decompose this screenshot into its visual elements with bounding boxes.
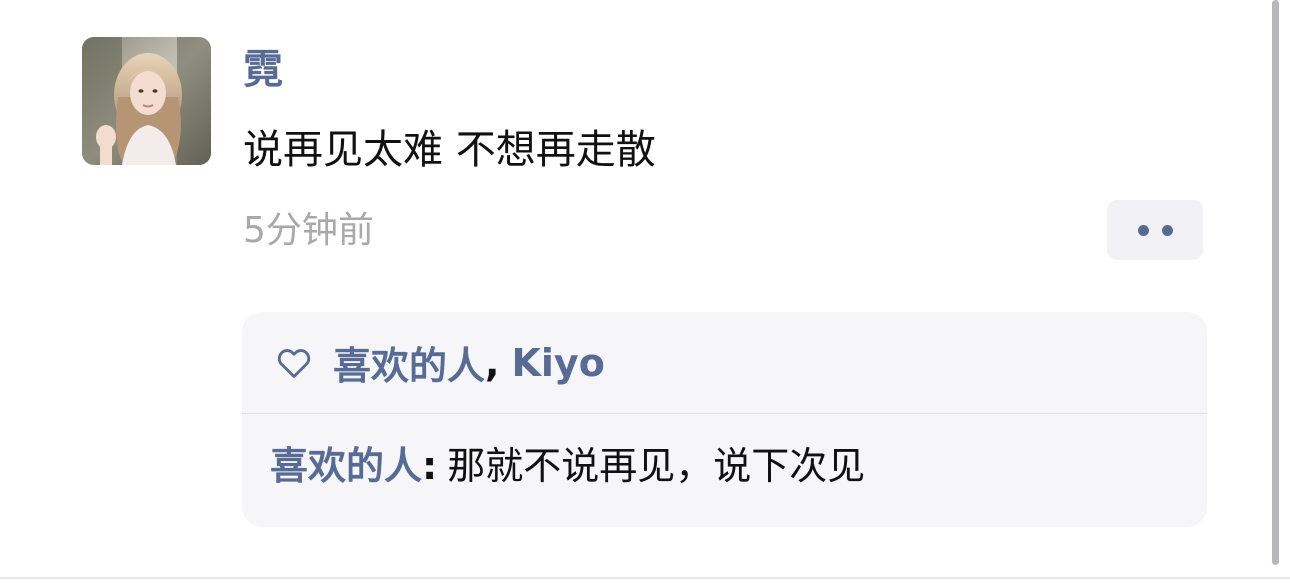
heart-outline-icon: [277, 348, 311, 378]
dot-icon: [1137, 224, 1149, 236]
post-timestamp: 5分钟前: [243, 210, 374, 251]
post-author-name[interactable]: 霓: [243, 40, 283, 100]
post-content: 说再见太难 不想再走散: [243, 127, 656, 173]
avatar-photo: [82, 37, 211, 165]
interaction-panel: 喜欢的人 , Kiyo 喜欢的人: 那就不说再见，说下次见: [242, 312, 1207, 527]
bottom-divider: [0, 577, 1290, 579]
scrollbar[interactable]: [1272, 0, 1279, 565]
likes-row: 喜欢的人 , Kiyo: [242, 312, 1207, 414]
comment-author[interactable]: 喜欢的人: [270, 444, 422, 488]
likes-separator: ,: [485, 340, 500, 385]
more-actions-button[interactable]: [1107, 200, 1203, 260]
liker-name[interactable]: Kiyo: [511, 341, 604, 385]
comment-item[interactable]: 喜欢的人: 那就不说再见，说下次见: [270, 436, 865, 496]
liker-name[interactable]: 喜欢的人: [333, 335, 485, 390]
avatar[interactable]: [82, 37, 211, 165]
dot-icon: [1161, 224, 1173, 236]
comment-text: 那就不说再见，说下次见: [447, 444, 866, 488]
comment-colon: :: [422, 444, 438, 488]
